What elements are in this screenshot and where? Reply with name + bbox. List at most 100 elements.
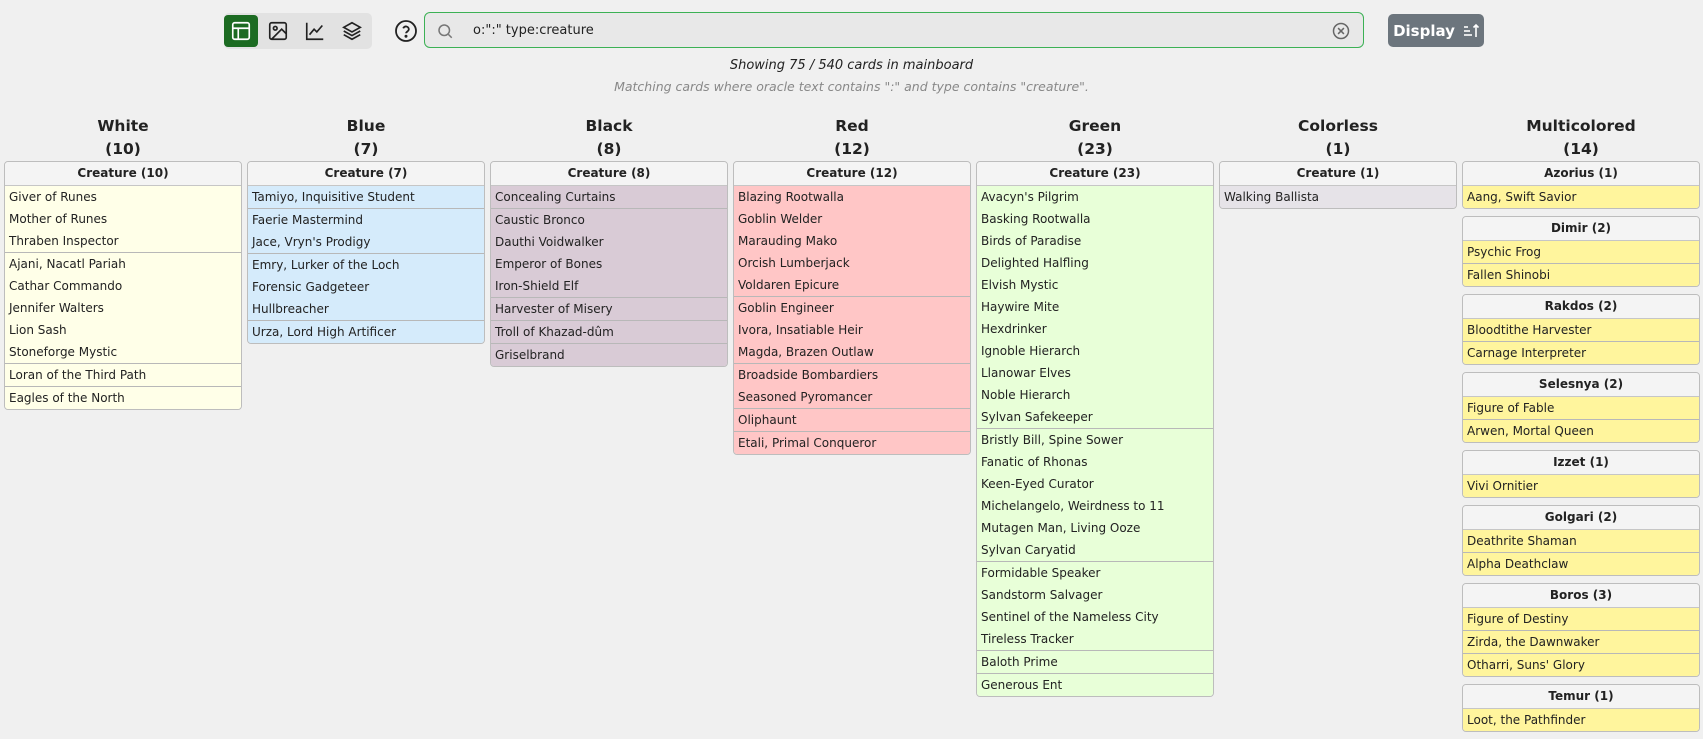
- card-row[interactable]: Sentinel of the Nameless City: [977, 606, 1213, 628]
- card-row[interactable]: Psychic Frog: [1463, 241, 1699, 263]
- group-header[interactable]: Boros (3): [1463, 584, 1699, 608]
- card-row[interactable]: Forensic Gadgeteer: [248, 276, 484, 298]
- card-row[interactable]: Orcish Lumberjack: [734, 252, 970, 274]
- card-row[interactable]: Mother of Runes: [5, 208, 241, 230]
- group-header[interactable]: Creature (23): [977, 162, 1213, 186]
- card-row[interactable]: Jennifer Walters: [5, 297, 241, 319]
- card-row[interactable]: Haywire Mite: [977, 296, 1213, 318]
- card-row[interactable]: Alpha Deathclaw: [1463, 552, 1699, 575]
- card-row[interactable]: Griselbrand: [491, 343, 727, 366]
- card-row[interactable]: Concealing Curtains: [491, 186, 727, 208]
- card-row[interactable]: Voldaren Epicure: [734, 274, 970, 296]
- card-row[interactable]: Birds of Paradise: [977, 230, 1213, 252]
- card-row[interactable]: Magda, Brazen Outlaw: [734, 341, 970, 363]
- card-list: Creature (12) Blazing Rootwalla Goblin Wel…: [733, 161, 971, 455]
- card-row[interactable]: Otharri, Suns' Glory: [1463, 653, 1699, 676]
- group-header[interactable]: Creature (10): [5, 162, 241, 186]
- card-row[interactable]: Hexdrinker: [977, 318, 1213, 340]
- card-row[interactable]: Giver of Runes: [5, 186, 241, 208]
- card-row[interactable]: Blazing Rootwalla: [734, 186, 970, 208]
- card-row[interactable]: Loran of the Third Path: [5, 363, 241, 386]
- card-row[interactable]: Goblin Welder: [734, 208, 970, 230]
- card-row[interactable]: Harvester of Misery: [491, 297, 727, 320]
- help-button[interactable]: [394, 19, 418, 43]
- card-row[interactable]: Thraben Inspector: [5, 230, 241, 252]
- card-row[interactable]: Hullbreacher: [248, 298, 484, 320]
- card-row[interactable]: Broadside Bombardiers: [734, 363, 970, 386]
- card-row[interactable]: Seasoned Pyromancer: [734, 386, 970, 408]
- table-view-button[interactable]: [224, 15, 258, 47]
- card-row[interactable]: Noble Hierarch: [977, 384, 1213, 406]
- card-row[interactable]: Sylvan Caryatid: [977, 539, 1213, 561]
- card-row[interactable]: Bristly Bill, Spine Sower: [977, 428, 1213, 451]
- card-row[interactable]: Iron-Shield Elf: [491, 275, 727, 297]
- card-row[interactable]: Mutagen Man, Living Ooze: [977, 517, 1213, 539]
- card-row[interactable]: Etali, Primal Conqueror: [734, 431, 970, 454]
- card-row[interactable]: Sylvan Safekeeper: [977, 406, 1213, 428]
- card-row[interactable]: Tamiyo, Inquisitive Student: [248, 186, 484, 208]
- group-header[interactable]: Creature (12): [734, 162, 970, 186]
- card-row[interactable]: Tireless Tracker: [977, 628, 1213, 650]
- card-row[interactable]: Avacyn's Pilgrim: [977, 186, 1213, 208]
- card-row[interactable]: Keen-Eyed Curator: [977, 473, 1213, 495]
- group-header[interactable]: Dimir (2): [1463, 217, 1699, 241]
- group-header[interactable]: Golgari (2): [1463, 506, 1699, 530]
- card-row[interactable]: Lion Sash: [5, 319, 241, 341]
- card-row[interactable]: Fallen Shinobi: [1463, 263, 1699, 286]
- card-row[interactable]: Ivora, Insatiable Heir: [734, 319, 970, 341]
- card-row[interactable]: Urza, Lord High Artificer: [248, 320, 484, 343]
- card-row[interactable]: Llanowar Elves: [977, 362, 1213, 384]
- card-row[interactable]: Bloodtithe Harvester: [1463, 319, 1699, 341]
- card-row[interactable]: Basking Rootwalla: [977, 208, 1213, 230]
- card-row[interactable]: Arwen, Mortal Queen: [1463, 419, 1699, 442]
- card-row[interactable]: Ajani, Nacatl Pariah: [5, 252, 241, 275]
- card-row[interactable]: Figure of Destiny: [1463, 608, 1699, 630]
- card-row[interactable]: Baloth Prime: [977, 650, 1213, 673]
- card-row[interactable]: Emperor of Bones: [491, 253, 727, 275]
- card-row[interactable]: Loot, the Pathfinder: [1463, 709, 1699, 731]
- card-row[interactable]: Elvish Mystic: [977, 274, 1213, 296]
- card-row[interactable]: Eagles of the North: [5, 386, 241, 409]
- card-row[interactable]: Jace, Vryn's Prodigy: [248, 231, 484, 253]
- card-row[interactable]: Formidable Speaker: [977, 561, 1213, 584]
- column-title: Black: [585, 117, 633, 135]
- card-row[interactable]: Sandstorm Salvager: [977, 584, 1213, 606]
- card-row[interactable]: Zirda, the Dawnwaker: [1463, 630, 1699, 653]
- group-header[interactable]: Creature (7): [248, 162, 484, 186]
- display-button[interactable]: Display: [1388, 14, 1484, 47]
- card-row[interactable]: Fanatic of Rhonas: [977, 451, 1213, 473]
- card-row[interactable]: Dauthi Voidwalker: [491, 231, 727, 253]
- group-header[interactable]: Creature (8): [491, 162, 727, 186]
- card-row[interactable]: Ignoble Hierarch: [977, 340, 1213, 362]
- card-row[interactable]: Faerie Mastermind: [248, 208, 484, 231]
- chart-view-button[interactable]: [298, 15, 332, 47]
- card-row[interactable]: Michelangelo, Weirdness to 11: [977, 495, 1213, 517]
- card-row[interactable]: Marauding Mako: [734, 230, 970, 252]
- card-row[interactable]: Generous Ent: [977, 673, 1213, 696]
- image-view-button[interactable]: [261, 15, 295, 47]
- group-header[interactable]: Creature (1): [1220, 162, 1456, 186]
- group-header[interactable]: Azorius (1): [1463, 162, 1699, 186]
- stack-view-button[interactable]: [335, 15, 369, 47]
- card-group: Selesnya (2) Figure of Fable Arwen, Mortal…: [1462, 372, 1700, 443]
- card-row[interactable]: Walking Ballista: [1220, 186, 1456, 208]
- group-header[interactable]: Izzet (1): [1463, 451, 1699, 475]
- group-header[interactable]: Temur (1): [1463, 685, 1699, 709]
- card-row[interactable]: Troll of Khazad-dûm: [491, 320, 727, 343]
- card-row[interactable]: Stoneforge Mystic: [5, 341, 241, 363]
- group-header[interactable]: Selesnya (2): [1463, 373, 1699, 397]
- card-row[interactable]: Caustic Bronco: [491, 208, 727, 231]
- card-row[interactable]: Aang, Swift Savior: [1463, 186, 1699, 208]
- group-header[interactable]: Rakdos (2): [1463, 295, 1699, 319]
- card-row[interactable]: Goblin Engineer: [734, 296, 970, 319]
- search-input[interactable]: [473, 19, 1293, 41]
- card-row[interactable]: Carnage Interpreter: [1463, 341, 1699, 364]
- card-row[interactable]: Vivi Ornitier: [1463, 475, 1699, 497]
- card-row[interactable]: Delighted Halfling: [977, 252, 1213, 274]
- card-row[interactable]: Figure of Fable: [1463, 397, 1699, 419]
- card-row[interactable]: Deathrite Shaman: [1463, 530, 1699, 552]
- clear-circle-icon[interactable]: [1331, 21, 1351, 41]
- card-row[interactable]: Emry, Lurker of the Loch: [248, 253, 484, 276]
- card-row[interactable]: Oliphaunt: [734, 408, 970, 431]
- card-row[interactable]: Cathar Commando: [5, 275, 241, 297]
